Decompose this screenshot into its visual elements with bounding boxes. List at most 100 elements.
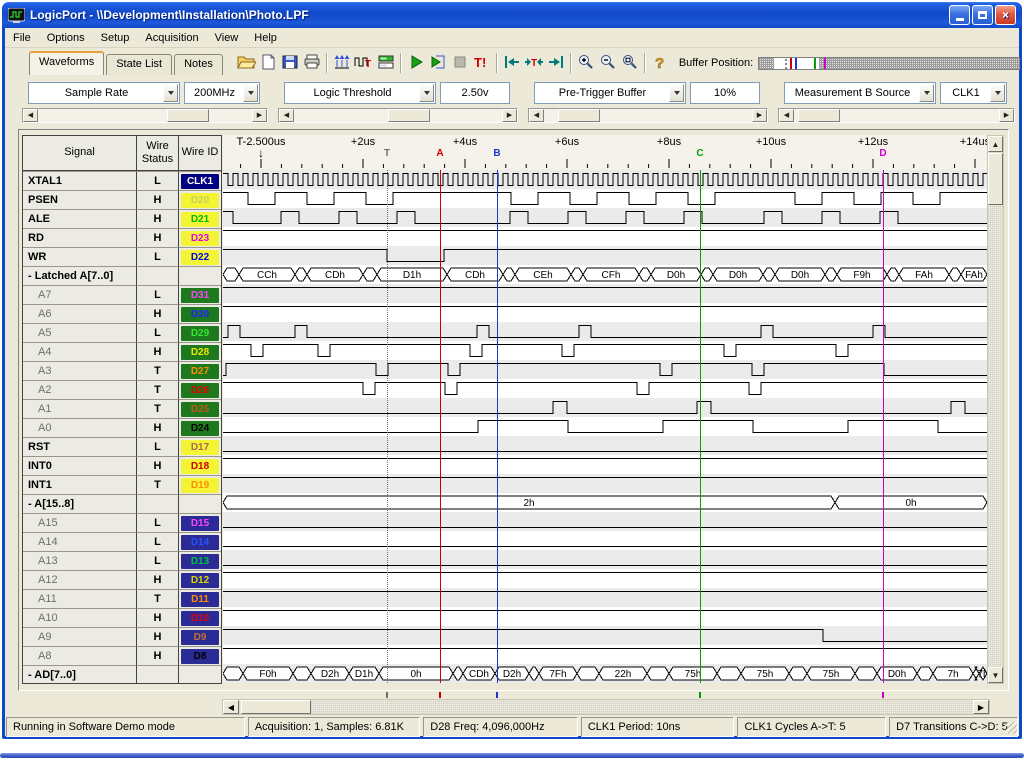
waveform-row-psen[interactable] — [223, 189, 987, 208]
goto-trigger-button[interactable]: T — [523, 52, 545, 74]
goto-end-button[interactable] — [545, 52, 567, 74]
wire-id-cell[interactable]: D17 — [179, 437, 221, 456]
wire-id-cell[interactable]: D12 — [179, 570, 221, 589]
waveform-row-rst[interactable] — [223, 436, 987, 455]
wire-id-badge[interactable]: D31 — [181, 287, 219, 303]
marker-label-b[interactable]: B — [493, 148, 500, 159]
scroll-right-arrow-icon[interactable]: ▶ — [999, 109, 1014, 122]
waveform-row-a13[interactable] — [223, 550, 987, 569]
signal-name-cell[interactable]: XTAL1 — [23, 171, 137, 190]
scroll-left-button[interactable]: ◀ — [223, 700, 239, 714]
waveform-row-a3[interactable] — [223, 360, 987, 379]
sample-rate-select[interactable]: Sample Rate — [28, 82, 180, 104]
waveform-row-a7[interactable] — [223, 284, 987, 303]
wire-id-cell[interactable]: D22 — [179, 247, 221, 266]
wire-id-badge[interactable]: D14 — [181, 534, 219, 550]
scroll-left-arrow-icon[interactable]: ◀ — [779, 109, 794, 122]
logic-threshold-scrollbar[interactable]: ◀ ▶ — [278, 108, 518, 123]
signal-name-cell[interactable]: A7 — [23, 285, 137, 304]
signal-row-rst[interactable]: RST L D17 — [23, 437, 221, 456]
waveform-row-a14[interactable] — [223, 531, 987, 550]
signal-name-cell[interactable]: A10 — [23, 608, 137, 627]
scroll-thumb[interactable] — [558, 109, 601, 122]
signal-name-cell[interactable]: A14 — [23, 532, 137, 551]
signal-row-a12[interactable]: A12 H D12 — [23, 570, 221, 589]
single-acquisition-button[interactable] — [427, 52, 449, 74]
wire-id-cell[interactable]: D9 — [179, 627, 221, 646]
waveform-row-int0[interactable] — [223, 455, 987, 474]
trigger-now-button[interactable]: T! — [471, 52, 493, 74]
signal-row-int1[interactable]: INT1 T D19 — [23, 475, 221, 494]
signal-name-cell[interactable]: A2 — [23, 380, 137, 399]
signal-row-a3[interactable]: A3 T D27 — [23, 361, 221, 380]
signal-name-cell[interactable]: A9 — [23, 627, 137, 646]
dropdown-arrow-icon[interactable] — [990, 84, 1005, 102]
waveform-row-a0[interactable] — [223, 417, 987, 436]
signal-name-cell[interactable]: A13 — [23, 551, 137, 570]
waveform-row-ale[interactable] — [223, 208, 987, 227]
logic-threshold-value-field[interactable]: 2.50v — [440, 82, 510, 104]
stop-acquisition-button[interactable] — [449, 52, 471, 74]
wire-id-badge[interactable]: D10 — [181, 610, 219, 626]
signal-name-cell[interactable]: A8 — [23, 646, 137, 665]
signal-row-rd[interactable]: RD H D23 — [23, 228, 221, 247]
waveform-row-a4[interactable] — [223, 341, 987, 360]
wire-id-cell[interactable]: D29 — [179, 323, 221, 342]
waveform-row-a5[interactable] — [223, 322, 987, 341]
signal-row-a0[interactable]: A0 H D24 — [23, 418, 221, 437]
wire-id-badge[interactable]: D25 — [181, 401, 219, 417]
scroll-left-arrow-icon[interactable]: ◀ — [279, 109, 294, 122]
waveform-row-int1[interactable] — [223, 474, 987, 493]
scroll-right-arrow-icon[interactable]: ▶ — [252, 109, 267, 122]
scroll-thumb[interactable] — [798, 109, 841, 122]
waveform-row-a6[interactable] — [223, 303, 987, 322]
wire-id-cell[interactable]: D13 — [179, 551, 221, 570]
wire-id-cell[interactable]: D30 — [179, 304, 221, 323]
signal-row-a8[interactable]: A8 H D8 — [23, 646, 221, 665]
save-file-button[interactable] — [279, 52, 301, 74]
signal-name-cell[interactable]: PSEN — [23, 190, 137, 209]
signal-row-a2[interactable]: A2 T D26 — [23, 380, 221, 399]
tab-notes[interactable]: Notes — [174, 54, 223, 75]
wire-id-cell[interactable]: D31 — [179, 285, 221, 304]
waveform-row-a1[interactable] — [223, 398, 987, 417]
marker-label-d[interactable]: D — [879, 148, 886, 159]
wire-id-badge[interactable]: D15 — [181, 515, 219, 531]
signal-row-a4[interactable]: A4 H D28 — [23, 342, 221, 361]
wire-id-badge[interactable]: D20 — [181, 192, 219, 208]
minimize-button[interactable] — [949, 5, 970, 25]
wire-id-cell[interactable]: CLK1 — [179, 171, 221, 190]
marker-line-a[interactable] — [440, 170, 441, 683]
wire-id-badge[interactable]: D22 — [181, 249, 219, 265]
signal-row-ale[interactable]: ALE H D21 — [23, 209, 221, 228]
vertical-scrollbar[interactable]: ▲ ▼ — [987, 135, 1004, 684]
marker-line-c[interactable] — [700, 170, 701, 683]
open-file-button[interactable] — [235, 52, 257, 74]
wire-setup-button[interactable] — [331, 52, 353, 74]
signal-name-cell[interactable]: A5 — [23, 323, 137, 342]
marker-line-b[interactable] — [497, 170, 498, 683]
scroll-up-button[interactable]: ▲ — [988, 136, 1003, 152]
vertical-scroll-thumb[interactable] — [988, 153, 1003, 205]
wire-id-badge[interactable]: D27 — [181, 363, 219, 379]
waveform-row-rd[interactable] — [223, 227, 987, 246]
wire-id-cell[interactable]: D23 — [179, 228, 221, 247]
waveform-row-a-15-8[interactable]: 2h 0h — [223, 493, 987, 512]
resize-grip[interactable] — [1005, 722, 1017, 734]
wire-id-cell[interactable] — [179, 266, 221, 285]
signal-name-cell[interactable]: WR — [23, 247, 137, 266]
measurement-b-source-select[interactable]: Measurement B Source — [784, 82, 936, 104]
signal-name-cell[interactable]: A15 — [23, 513, 137, 532]
signal-name-cell[interactable]: ALE — [23, 209, 137, 228]
wire-id-badge[interactable]: D30 — [181, 306, 219, 322]
wire-id-cell[interactable]: D24 — [179, 418, 221, 437]
signal-name-cell[interactable]: - Latched A[7..0] — [23, 266, 137, 285]
signal-row-psen[interactable]: PSEN H D20 — [23, 190, 221, 209]
waveform-row-a10[interactable] — [223, 607, 987, 626]
wire-id-badge[interactable]: D11 — [181, 591, 219, 607]
wire-id-badge[interactable]: D23 — [181, 230, 219, 246]
dropdown-arrow-icon[interactable] — [919, 84, 934, 102]
wire-id-cell[interactable] — [179, 665, 221, 684]
wire-id-badge[interactable]: D13 — [181, 553, 219, 569]
marker-label-c[interactable]: C — [696, 148, 703, 159]
